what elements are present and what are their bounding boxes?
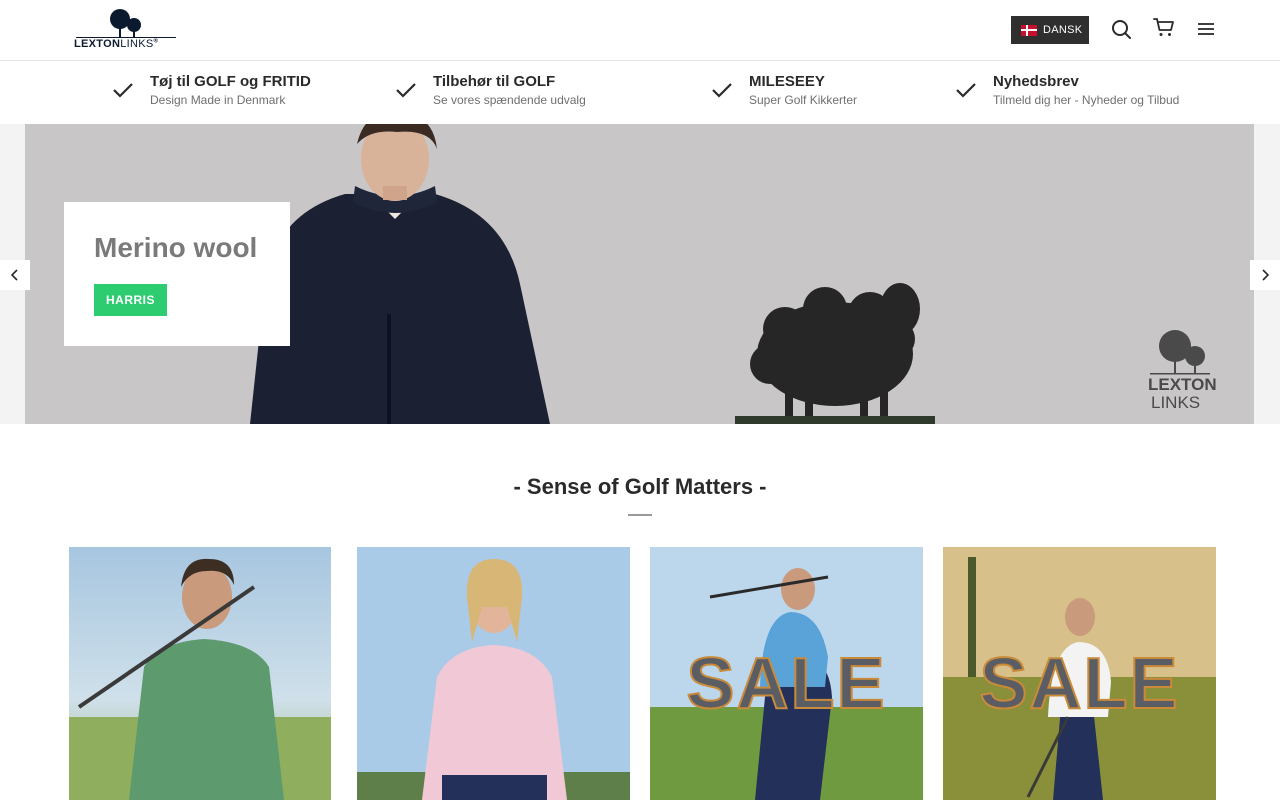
product-card-men-sale[interactable]: SALE xyxy=(650,547,923,800)
product-card-women-sale[interactable]: SALE xyxy=(943,547,1216,800)
check-icon xyxy=(956,83,976,98)
hero-title: Merino wool xyxy=(94,232,258,263)
hero-logo-line2: LINKS xyxy=(1151,393,1201,412)
denmark-flag-icon xyxy=(1021,24,1037,36)
chevron-right-icon xyxy=(1262,269,1270,281)
product-card-men-polo[interactable] xyxy=(69,547,331,800)
logo-brand-thin: LINKS xyxy=(120,38,154,50)
tree-logo-icon xyxy=(76,9,176,38)
product-card-women-polo[interactable] xyxy=(357,547,630,800)
hero-logo-wordmark: LEXTON LINKS xyxy=(1148,376,1217,412)
hero-caption-card: Merino wool HARRIS xyxy=(64,202,290,346)
product-image xyxy=(69,547,331,800)
language-label: DANSK xyxy=(1043,24,1083,36)
slider-next-button[interactable] xyxy=(1250,260,1280,290)
chevron-left-icon xyxy=(10,269,18,281)
logo-wordmark: LEXTONLINKS® xyxy=(74,38,159,50)
site-header: LEXTONLINKS® DANSK xyxy=(0,0,1280,61)
usp-subtitle: Design Made in Denmark xyxy=(150,93,286,107)
usp-title: Tilbehør til GOLF xyxy=(433,73,556,90)
section-divider xyxy=(628,514,652,516)
sale-overlay: SALE xyxy=(685,643,887,725)
language-selector-button[interactable]: DANSK xyxy=(1011,16,1089,44)
menu-icon[interactable] xyxy=(1196,18,1218,40)
usp-item-accessories[interactable]: Tilbehør til GOLF Se vores spændende udv… xyxy=(396,73,586,107)
slider-prev-button[interactable] xyxy=(0,260,30,290)
search-icon[interactable] xyxy=(1110,18,1132,40)
usp-bar: Tøj til GOLF og FRITID Design Made in De… xyxy=(0,61,1280,124)
hero-brand-logo: LEXTON LINKS xyxy=(1120,324,1230,414)
usp-title: MILESEEY xyxy=(749,73,825,90)
logo-brand-bold: LEXTON xyxy=(74,38,121,50)
usp-title: Tøj til GOLF og FRITID xyxy=(150,73,311,90)
section-title: - Sense of Golf Matters - xyxy=(513,474,767,499)
check-icon xyxy=(113,83,133,98)
hero-cta-button[interactable]: HARRIS xyxy=(94,284,167,316)
hero-logo-line1: LEXTON xyxy=(1148,375,1217,394)
usp-subtitle: Tilmeld dig her - Nyheder og Tilbud xyxy=(993,93,1180,107)
usp-subtitle: Se vores spændende udvalg xyxy=(433,93,586,107)
check-icon xyxy=(396,83,416,98)
sale-overlay: SALE xyxy=(978,643,1180,725)
usp-item-mileseey[interactable]: MILESEEY Super Golf Kikkerter xyxy=(712,73,858,107)
hero-slider: Merino wool HARRIS LEXTON LINKS xyxy=(0,124,1280,424)
usp-item-newsletter[interactable]: Nyhedsbrev Tilmeld dig her - Nyheder og … xyxy=(956,73,1180,107)
check-icon xyxy=(712,83,732,98)
product-image xyxy=(357,547,630,800)
usp-subtitle: Super Golf Kikkerter xyxy=(749,93,858,107)
site-logo[interactable]: LEXTONLINKS® xyxy=(74,8,178,54)
usp-title: Nyhedsbrev xyxy=(993,73,1079,90)
cart-icon[interactable] xyxy=(1153,16,1175,38)
usp-item-clothing[interactable]: Tøj til GOLF og FRITID Design Made in De… xyxy=(113,73,311,107)
